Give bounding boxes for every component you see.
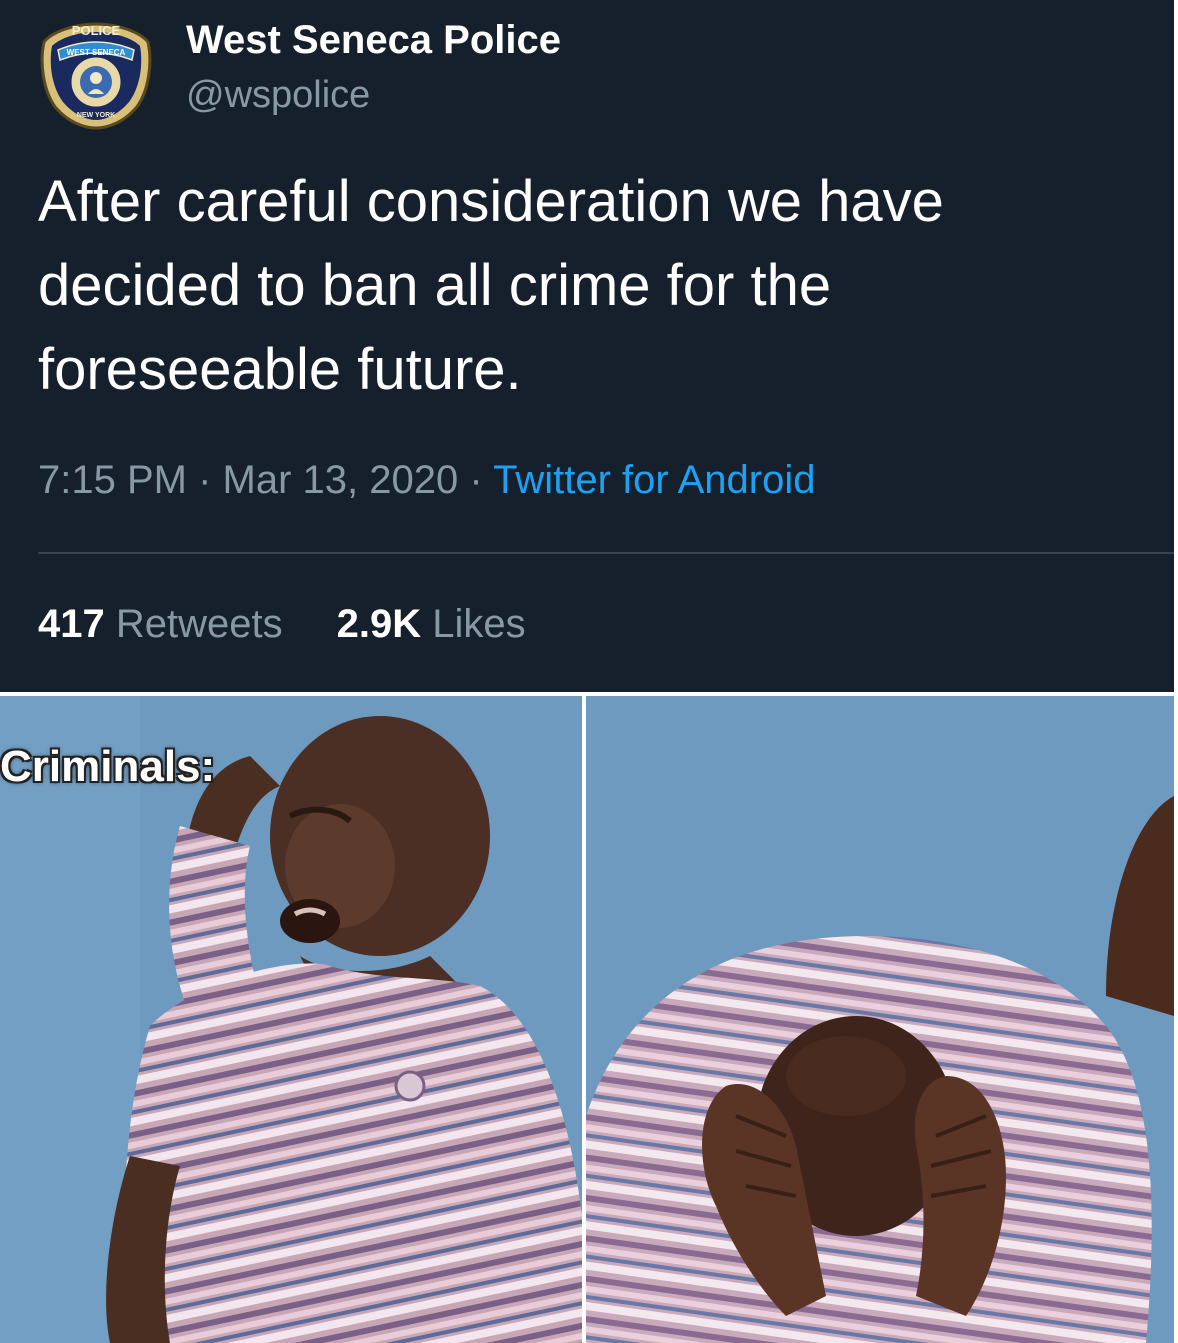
retweets-label: Retweets (115, 602, 283, 646)
avatar[interactable]: POLICE WEST SENECA NEW YORK (38, 20, 154, 130)
head-in-hands-illustration (586, 696, 1174, 1343)
user-handle[interactable]: @wspolice (186, 74, 370, 117)
badge-ribbon-text: WEST SENECA (67, 48, 126, 57)
display-name[interactable]: West Seneca Police (186, 18, 561, 63)
engagement-stats: 417 Retweets 2.9K Likes (38, 602, 526, 647)
divider (38, 552, 1174, 554)
badge-top-text: POLICE (72, 23, 121, 38)
likes-count: 2.9K (336, 602, 422, 646)
tweet-card: POLICE WEST SENECA NEW YORK West Seneca … (0, 0, 1174, 692)
tweet-date[interactable]: Mar 13, 2020 (223, 458, 459, 502)
likes-stat[interactable]: 2.9K Likes (337, 602, 526, 646)
likes-label: Likes (432, 602, 526, 646)
meta-separator: · (198, 458, 212, 502)
meme-panel-crying: Criminals: (0, 696, 582, 1343)
retweets-stat[interactable]: 417 Retweets (38, 602, 283, 646)
police-badge-icon: POLICE WEST SENECA NEW YORK (40, 22, 152, 130)
tweet-metadata: 7:15 PM · Mar 13, 2020 · Twitter for And… (38, 458, 815, 503)
tweet-text: After careful consideration we have deci… (38, 169, 944, 402)
meme-panel-head-in-hands (586, 696, 1174, 1343)
retweets-count: 417 (38, 602, 105, 646)
crying-boy-illustration (0, 696, 582, 1343)
meta-separator: · (469, 458, 483, 502)
tweet-time[interactable]: 7:15 PM (38, 458, 187, 502)
badge-bottom-text: NEW YORK (77, 112, 115, 119)
tweet-source-link[interactable]: Twitter for Android (493, 458, 815, 502)
meme-image: Criminals: (0, 696, 1174, 1343)
meme-caption: Criminals: (0, 742, 216, 791)
